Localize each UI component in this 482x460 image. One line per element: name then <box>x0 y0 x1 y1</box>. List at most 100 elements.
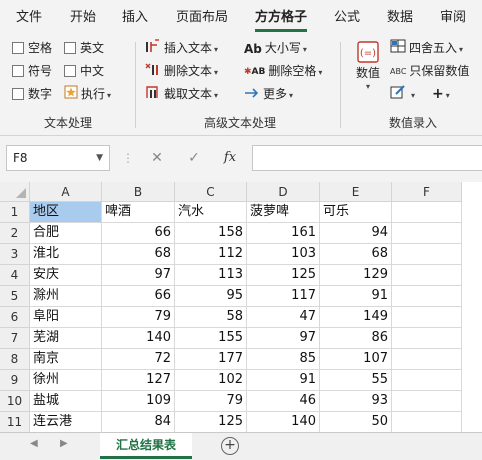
keep-value-button[interactable]: ABC 只保留数值 <box>390 61 469 81</box>
table-cell[interactable] <box>392 391 462 412</box>
column-header[interactable]: D <box>247 182 320 202</box>
table-cell[interactable]: 107 <box>320 349 392 370</box>
checkbox-symbol[interactable]: 符号 <box>12 61 52 81</box>
checkbox-space[interactable]: 空格 <box>12 38 52 58</box>
checkbox-chinese[interactable]: 中文 <box>64 61 104 81</box>
table-cell[interactable]: 85 <box>247 349 320 370</box>
row-header[interactable]: 5 <box>0 286 30 307</box>
table-cell[interactable]: 149 <box>320 307 392 328</box>
table-cell[interactable]: 177 <box>175 349 247 370</box>
checkbox-english[interactable]: 英文 <box>64 38 104 58</box>
table-cell[interactable]: 68 <box>320 244 392 265</box>
table-cell[interactable] <box>392 328 462 349</box>
table-cell[interactable] <box>392 223 462 244</box>
table-cell[interactable]: 46 <box>247 391 320 412</box>
table-cell[interactable]: 菠萝啤 <box>247 202 320 223</box>
table-cell[interactable]: 72 <box>102 349 175 370</box>
table-cell[interactable]: 68 <box>102 244 175 265</box>
table-cell[interactable]: 97 <box>102 265 175 286</box>
table-cell[interactable]: 158 <box>175 223 247 244</box>
checkbox-number[interactable]: 数字 <box>12 84 52 104</box>
add-sheet-button[interactable]: + <box>221 437 239 455</box>
column-header[interactable]: B <box>102 182 175 202</box>
table-cell[interactable]: 117 <box>247 286 320 307</box>
row-header[interactable]: 8 <box>0 349 30 370</box>
table-cell[interactable]: 155 <box>175 328 247 349</box>
table-cell[interactable]: 140 <box>102 328 175 349</box>
drag-handle-icon[interactable]: ⋮ <box>122 151 134 165</box>
row-header[interactable]: 11 <box>0 412 30 432</box>
table-cell[interactable]: 161 <box>247 223 320 244</box>
table-cell[interactable]: 113 <box>175 265 247 286</box>
name-box[interactable]: F8 ▼ <box>6 145 110 171</box>
table-cell[interactable]: 94 <box>320 223 392 244</box>
scroll-tabs-right-icon[interactable]: ▶ <box>60 438 68 449</box>
column-header[interactable]: E <box>320 182 392 202</box>
row-header[interactable]: 4 <box>0 265 30 286</box>
tab-page-layout[interactable]: 页面布局 <box>176 0 228 36</box>
table-cell[interactable]: 阜阳 <box>30 307 102 328</box>
table-cell[interactable] <box>392 244 462 265</box>
table-cell[interactable]: 47 <box>247 307 320 328</box>
table-cell[interactable]: 97 <box>247 328 320 349</box>
value-button[interactable]: (=) 数值 ▾ <box>350 40 386 106</box>
tab-formulas[interactable]: 公式 <box>334 0 360 36</box>
table-cell[interactable]: 79 <box>102 307 175 328</box>
column-header[interactable]: F <box>392 182 462 202</box>
table-cell[interactable]: 66 <box>102 286 175 307</box>
execute-button[interactable]: 执行 ▾ <box>64 84 111 104</box>
add-button[interactable]: + ▾ <box>432 84 450 104</box>
chevron-down-icon[interactable]: ▼ <box>96 146 103 170</box>
column-header[interactable]: A <box>30 182 102 202</box>
table-cell[interactable]: 103 <box>247 244 320 265</box>
table-cell[interactable]: 129 <box>320 265 392 286</box>
edit-options-button[interactable]: ▾ <box>390 84 415 104</box>
table-cell[interactable] <box>392 412 462 432</box>
table-cell[interactable] <box>392 286 462 307</box>
tab-data[interactable]: 数据 <box>387 0 413 36</box>
table-cell[interactable]: 66 <box>102 223 175 244</box>
delete-space-button[interactable]: ✱AB 删除空格 ▾ <box>244 61 322 81</box>
row-header[interactable]: 9 <box>0 370 30 391</box>
table-cell[interactable] <box>392 349 462 370</box>
table-cell[interactable]: 102 <box>175 370 247 391</box>
table-cell[interactable]: 芜湖 <box>30 328 102 349</box>
table-cell[interactable]: 汽水 <box>175 202 247 223</box>
column-header[interactable]: C <box>175 182 247 202</box>
table-cell[interactable]: 93 <box>320 391 392 412</box>
scroll-tabs-left-icon[interactable]: ◀ <box>30 438 38 449</box>
table-cell[interactable]: 徐州 <box>30 370 102 391</box>
tab-file[interactable]: 文件 <box>16 0 42 36</box>
table-cell[interactable]: 滁州 <box>30 286 102 307</box>
checkbox-box[interactable] <box>12 65 24 77</box>
insert-function-icon[interactable]: fx <box>217 145 243 171</box>
table-cell[interactable]: 127 <box>102 370 175 391</box>
row-header[interactable]: 7 <box>0 328 30 349</box>
table-cell[interactable]: 50 <box>320 412 392 432</box>
row-header[interactable]: 6 <box>0 307 30 328</box>
confirm-icon[interactable]: ✓ <box>181 145 207 171</box>
sheet-tab-summary[interactable]: 汇总结果表 <box>100 433 192 459</box>
table-cell[interactable]: 91 <box>247 370 320 391</box>
checkbox-box[interactable] <box>12 88 24 100</box>
table-cell[interactable] <box>392 307 462 328</box>
case-button[interactable]: Ab 大小写 ▾ <box>244 38 307 58</box>
table-cell[interactable]: 南京 <box>30 349 102 370</box>
row-header[interactable]: 2 <box>0 223 30 244</box>
table-cell[interactable]: 109 <box>102 391 175 412</box>
tab-ffgz[interactable]: 方方格子 <box>255 0 308 36</box>
table-cell[interactable]: 125 <box>247 265 320 286</box>
table-cell[interactable]: 112 <box>175 244 247 265</box>
checkbox-box[interactable] <box>12 42 24 54</box>
cancel-icon[interactable]: ✕ <box>144 145 170 171</box>
formula-input[interactable] <box>252 145 482 171</box>
checkbox-box[interactable] <box>64 42 76 54</box>
table-cell[interactable]: 地区 <box>30 202 102 223</box>
row-header[interactable]: 3 <box>0 244 30 265</box>
table-cell[interactable]: 58 <box>175 307 247 328</box>
round-button[interactable]: 四舍五入 ▾ <box>390 38 463 58</box>
tab-review[interactable]: 审阅 <box>440 0 466 36</box>
table-cell[interactable]: 125 <box>175 412 247 432</box>
table-cell[interactable]: 86 <box>320 328 392 349</box>
table-cell[interactable]: 84 <box>102 412 175 432</box>
